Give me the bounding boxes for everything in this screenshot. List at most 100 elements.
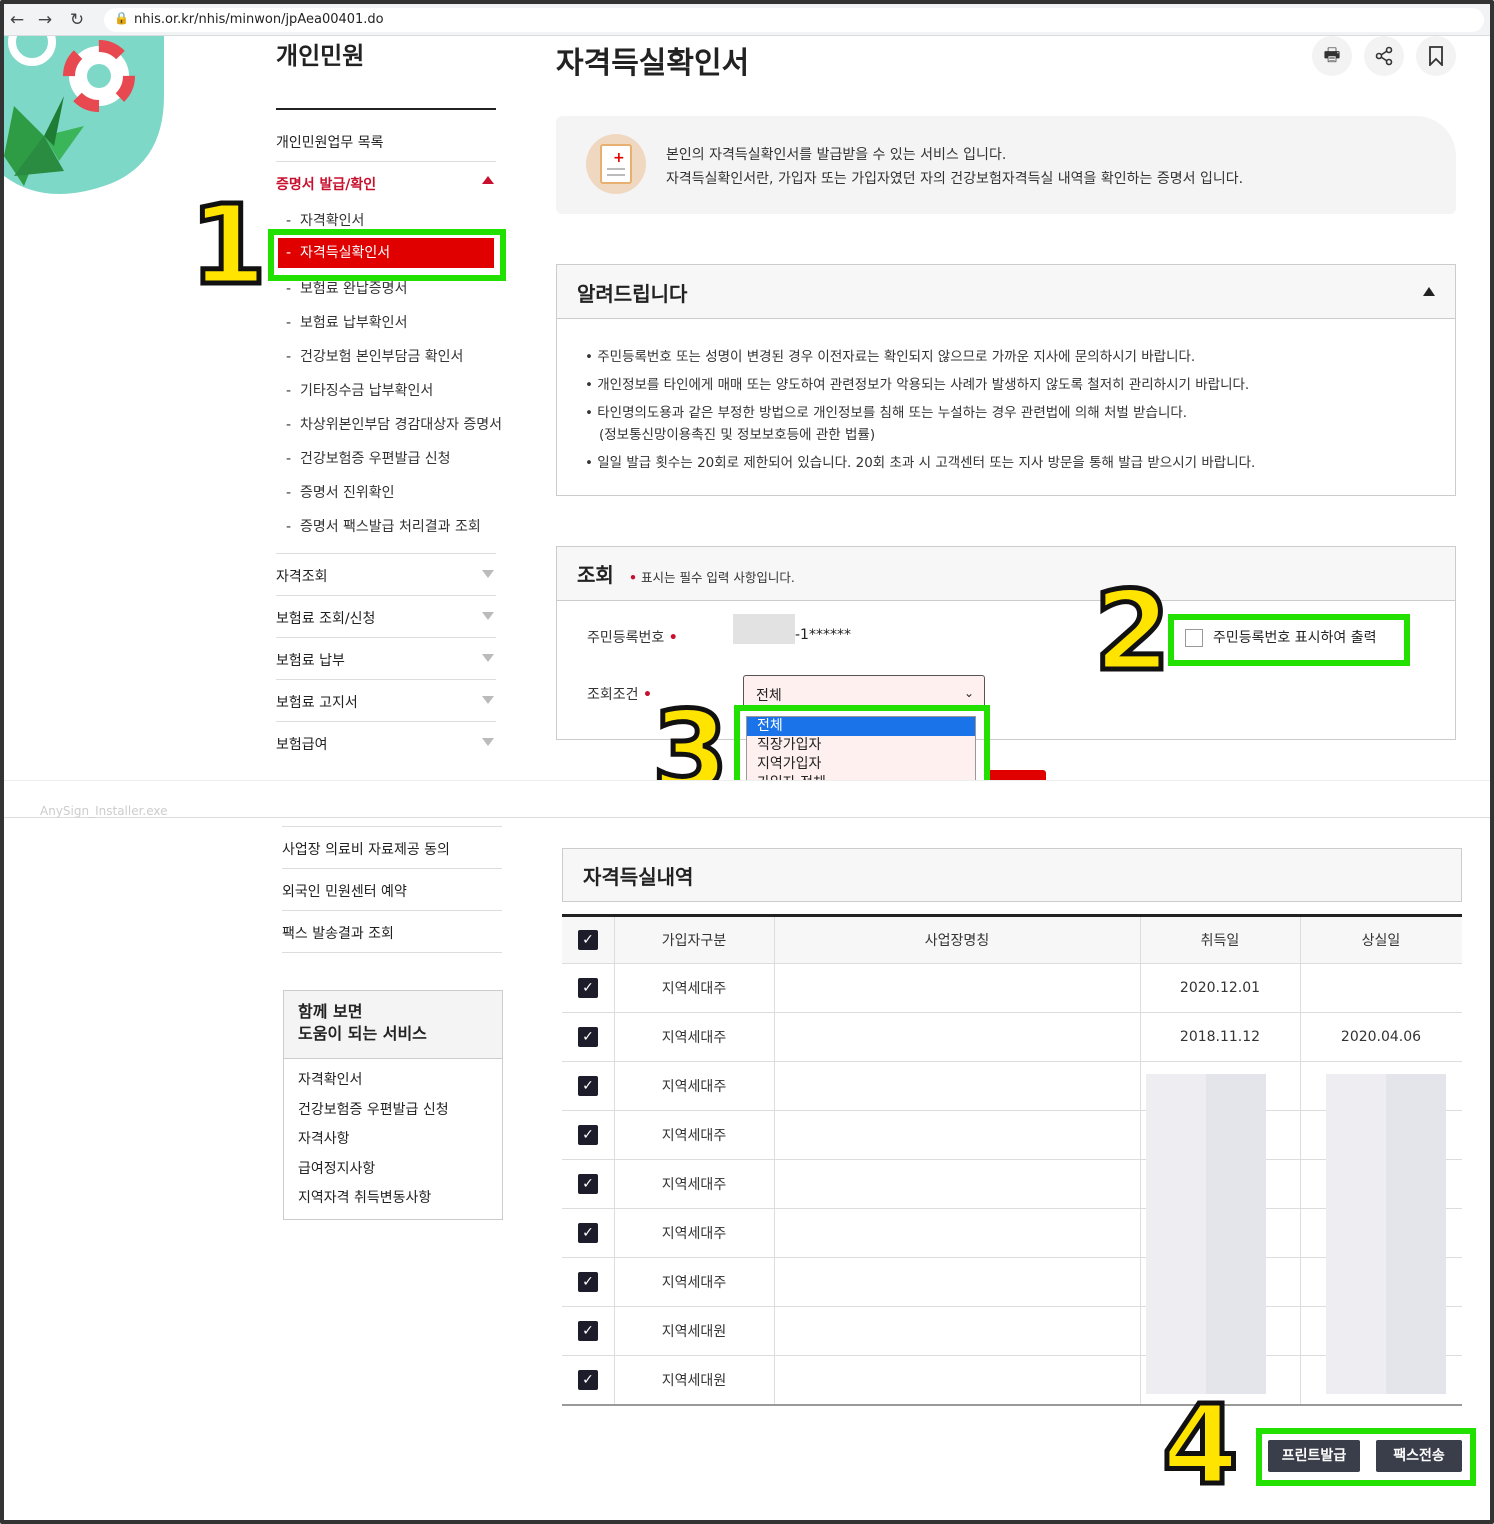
search-button-fragment[interactable] [986,770,1046,780]
sidebar-section-premium-payment[interactable]: 보험료 납부 [276,650,496,670]
notice-item: (정보통신망이용촉진 및 정보보호등에 관한 법률) [599,427,876,443]
row-checkbox[interactable]: ✓ [562,964,614,1012]
sidebar-section-certificates[interactable]: 증명서 발급/확인 [276,174,496,194]
sidebar-section-qualification[interactable]: 자격조회 [276,566,496,586]
intro-text-1: 본인의 자격득실확인서를 발급받을 수 있는 서비스 입니다. [666,147,1007,163]
divider [276,721,496,722]
annotation-number-4: 4 [1160,1381,1242,1509]
cell-member-type: 지역세대주 [661,1030,727,1046]
rrn-masked-value [733,614,795,644]
bookmark-icon[interactable] [1416,36,1456,76]
row-checkbox[interactable]: ✓ [562,1258,614,1306]
collapse-icon[interactable] [482,176,494,184]
related-link[interactable]: 건강보험증 우편발급 신청 [298,1099,449,1119]
divider [282,952,502,953]
row-checkbox[interactable]: ✓ [562,1160,614,1208]
sidebar-subitem-copay[interactable]: - 건강보험 본인부담금 확인서 [286,346,463,366]
browser-toolbar: ← → ↻ 🔒 nhis.or.kr/nhis/minwon/jpAea0040… [4,4,1490,36]
cell-acquired-date: 2020.12.01 [1179,980,1261,996]
divider [282,868,502,869]
sidebar-item-medical-consent[interactable]: 사업장 의료비 자료제공 동의 [282,839,502,859]
cell-lost-date: 2020.04.06 [1340,1029,1422,1045]
column-header: 사업장명칭 [924,933,990,949]
reload-icon[interactable]: ↻ [66,9,88,31]
sidebar-item-fax-result[interactable]: 팩스 발송결과 조회 [282,923,502,943]
download-item[interactable]: AnySign_Installer.exe [40,804,168,818]
cell-member-type: 지역세대주 [661,1275,727,1291]
sidebar-subitem-qualification[interactable]: - 자격확인서 [286,210,364,230]
share-icon[interactable] [1364,36,1404,76]
related-link[interactable]: 급여정지사항 [298,1158,375,1178]
url-text: nhis.or.kr/nhis/minwon/jpAea00401.do [134,12,384,27]
table-row: ✓ 지역세대주 2020.12.01 [562,964,1462,1013]
sidebar-subitem-full-payment[interactable]: - 보험료 완납증명서 [286,278,407,298]
row-checkbox[interactable]: ✓ [562,1062,614,1110]
sidebar-item-list[interactable]: 개인민원업무 목록 [276,132,496,152]
sidebar-item-foreigner-center[interactable]: 외국인 민원센터 예약 [282,881,502,901]
intro-text-2: 자격득실확인서란, 가입자 또는 가입자였던 자의 건강보험자격득실 내역을 확… [666,171,1244,187]
row-checkbox[interactable]: ✓ [562,1356,614,1404]
notice-item: • 일일 발급 횟수는 20회로 제한되어 있습니다. 20회 초과 시 고객센… [585,455,1256,471]
annotation-number-1: 1 [188,181,270,309]
sidebar-subitem-low-income[interactable]: - 차상위본인부담 경감대상자 증명서 [286,414,502,434]
sidebar-subitem-card-mail[interactable]: - 건강보험증 우편발급 신청 [286,448,451,468]
cell-member-type: 지역세대원 [661,1373,727,1389]
column-header: 가입자구분 [661,933,727,949]
fax-send-button[interactable]: 팩스전송 [1376,1440,1462,1472]
back-icon[interactable]: ← [6,9,28,31]
cell-member-type: 지역세대주 [661,1177,727,1193]
collapse-icon[interactable] [1423,287,1435,296]
sidebar-section-benefits[interactable]: 보험급여 [276,734,496,754]
condition-label: 조회조건 • [587,687,652,703]
cell-workplace [774,1258,1140,1306]
redacted-area [1386,1074,1446,1394]
sidebar-subitem-payment-confirm[interactable]: - 보험료 납부확인서 [286,312,407,332]
sidebar-divider [276,108,496,110]
column-header: 상실일 [1361,933,1401,949]
cell-lost-date [1300,964,1462,1012]
cell-member-type: 지역세대주 [661,1079,727,1095]
divider [282,826,502,827]
chevron-down-icon: ⌄ [963,686,974,700]
cell-workplace [774,1356,1140,1404]
notice-item: • 개인정보를 타인에게 매매 또는 양도하여 관련정보가 악용되는 사례가 발… [585,377,1250,393]
divider [276,161,496,162]
required-note: • 표시는 필수 입력 사항입니다. [629,570,795,585]
lock-icon: 🔒 [114,11,129,25]
row-checkbox[interactable]: ✓ [562,1209,614,1257]
related-services-box: 함께 보면 도움이 되는 서비스 자격확인서 건강보험증 우편발급 신청 자격사… [283,990,503,1220]
cell-workplace [774,1013,1140,1061]
notice-title: 알려드립니다 [577,282,688,306]
sidebar-subitem-other-fees[interactable]: - 기타징수금 납부확인서 [286,380,433,400]
sidebar-section-premium-inquiry[interactable]: 보험료 조회/신청 [276,608,496,628]
query-title: 조회 [577,563,614,587]
forward-icon[interactable]: → [34,9,56,31]
print-issue-button[interactable]: 프린트발급 [1268,1440,1360,1472]
highlight-box-1 [268,229,506,281]
table-row: ✓ 지역세대주 2018.11.12 2020.04.06 [562,1013,1462,1062]
cell-workplace [774,1160,1140,1208]
history-title: 자격득실내역 [583,865,694,889]
column-header: 취득일 [1200,933,1240,949]
sidebar-subitem-fax-result[interactable]: - 증명서 팩스발급 처리결과 조회 [286,516,481,536]
related-link[interactable]: 자격사항 [298,1128,350,1148]
sidebar-subitem-verify[interactable]: - 증명서 진위확인 [286,482,395,502]
expand-icon [482,696,494,704]
divider [276,679,496,680]
notice-item: • 타인명의도용과 같은 부정한 방법으로 개인정보를 침해 또는 누설하는 경… [585,405,1188,421]
cell-acquired-date: 2018.11.12 [1179,1029,1261,1045]
row-checkbox[interactable]: ✓ [562,1111,614,1159]
annotation-number-2: 2 [1092,567,1174,695]
related-link[interactable]: 지역자격 취득변동사항 [298,1187,431,1207]
select-all-checkbox[interactable]: ✓ [562,917,614,963]
row-checkbox[interactable]: ✓ [562,1307,614,1355]
sidebar-section-premium-bill[interactable]: 보험료 고지서 [276,692,496,712]
row-checkbox[interactable]: ✓ [562,1013,614,1061]
print-icon[interactable]: 🖶 [1312,36,1352,76]
expand-icon [482,738,494,746]
notice-header[interactable]: 알려드립니다 [557,265,1455,319]
screenshot-seam [4,780,1490,818]
address-bar[interactable]: 🔒 nhis.or.kr/nhis/minwon/jpAea00401.do [104,8,1484,32]
related-link[interactable]: 자격확인서 [298,1069,362,1089]
expand-icon [482,612,494,620]
